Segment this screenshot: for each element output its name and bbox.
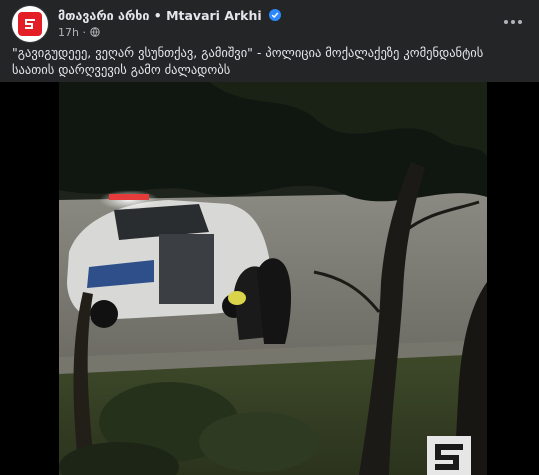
meta-separator: ·	[82, 26, 86, 39]
author-name[interactable]: მთავარი არხი • Mtavari Arkhi	[58, 8, 262, 23]
post-meta: 17h ·	[58, 26, 101, 39]
globe-icon[interactable]	[90, 27, 101, 37]
video-player[interactable]	[0, 82, 539, 475]
post-header: მთავარი არხი • Mtavari Arkhi 17h ·	[12, 6, 527, 42]
more-dot	[504, 20, 508, 24]
more-options-button[interactable]	[499, 10, 527, 34]
post-text: "გავიგუდეეე, ვეღარ ვსუნთქავ, გამიშვი" - …	[12, 45, 484, 77]
page-avatar[interactable]	[12, 6, 48, 42]
verified-badge-icon	[269, 9, 282, 21]
video-frame-image	[59, 82, 487, 475]
post-time[interactable]: 17h	[58, 26, 79, 39]
more-dot	[511, 20, 515, 24]
author-line: მთავარი არხი • Mtavari Arkhi	[58, 8, 282, 23]
mtavari-watermark-icon	[427, 436, 471, 475]
mtavari-logo-icon	[18, 12, 42, 36]
more-dot	[518, 20, 522, 24]
